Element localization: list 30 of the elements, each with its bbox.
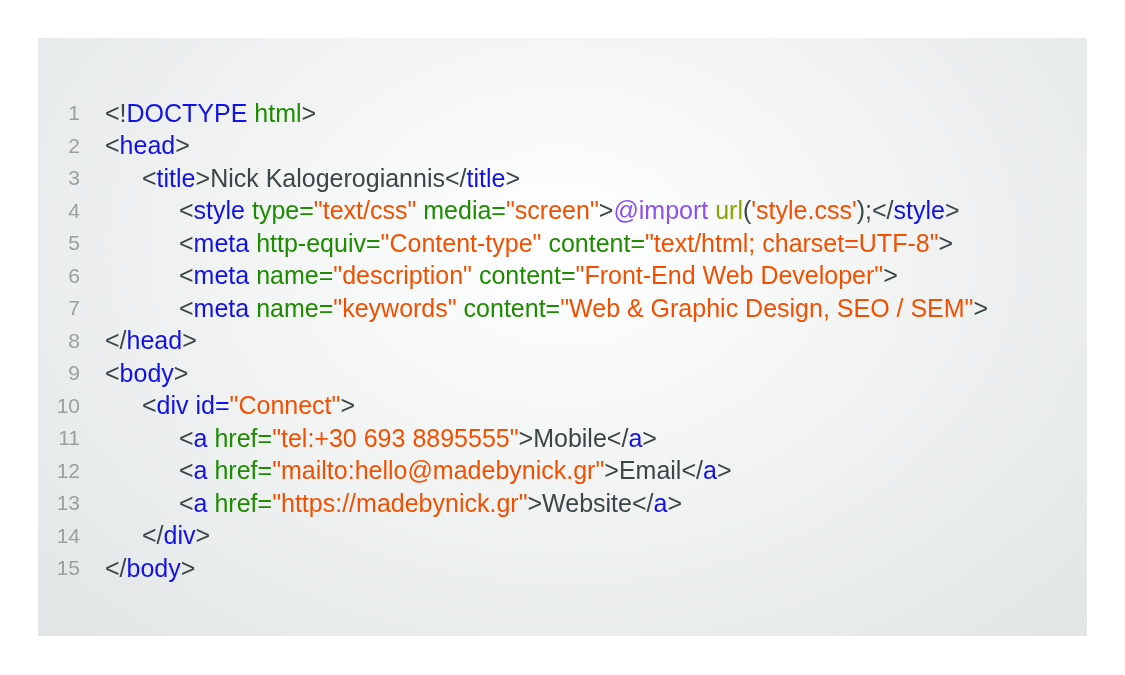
line-number: 2 [67,133,80,158]
code-line: <!DOCTYPE html> [105,98,317,128]
code-line: </body> [105,553,196,583]
line-number: 1 [67,101,80,126]
code-line: <head> [105,131,190,161]
code-line: <a href="mailto:hello@madebynick.gr">Email</a> [179,456,732,486]
line-number: 13 [55,491,80,516]
line-number: 11 [57,426,80,451]
line-number: 8 [67,328,80,353]
code-line: <a href="tel:+30 693 8895555">Mobile</a> [179,423,657,453]
code-line: <div id="Connect"> [142,391,356,421]
line-number: 12 [55,458,80,483]
code-line: <meta name="keywords" content="Web & Graphic Design, SEO / SEM"> [179,293,989,323]
line-number: 6 [67,263,80,288]
line-number: 5 [67,231,80,256]
line-number: 3 [67,166,80,191]
line-number: 7 [67,296,80,321]
code-line: <style type="text/css" media="screen">@import url('style.css');</style> [179,196,960,226]
code-line: </div> [142,521,211,551]
code-line: </head> [105,326,197,356]
code-line: <title>Nick Kalogerogiannis</title> [142,163,521,193]
code-line: <a href="https://madebynick.gr">Website</a> [179,488,683,518]
line-number: 10 [55,393,80,418]
code-line: <meta name="description" content="Front-End Web Developer"> [179,261,898,291]
code-line: <meta http-equiv="Content-type" content="text/html; charset=UTF-8"> [179,228,954,258]
code-line: <body> [105,358,189,388]
line-number: 15 [55,556,80,581]
line-number: 14 [55,523,80,548]
line-number: 9 [67,361,80,386]
line-number: 4 [67,198,80,223]
